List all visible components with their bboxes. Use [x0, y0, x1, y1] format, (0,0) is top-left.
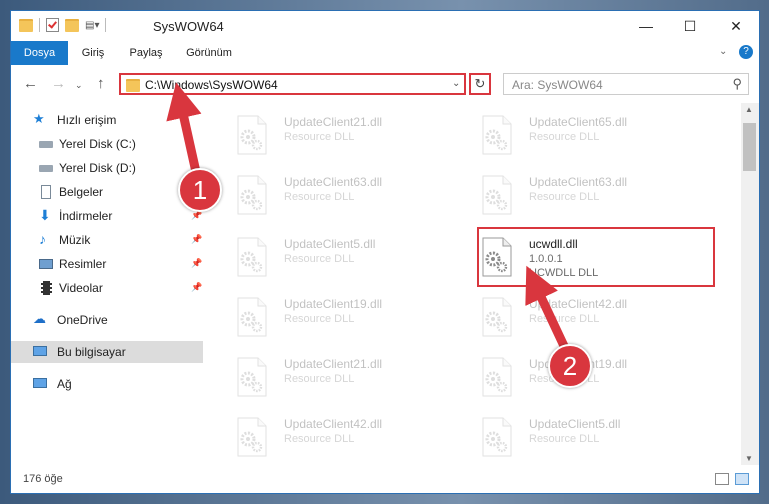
- arrow-to-ucwdll: [525, 265, 569, 348]
- arrow-to-address-bar: [166, 82, 202, 173]
- annotation-arrows: [166, 82, 569, 348]
- step-2-badge: 2: [548, 344, 592, 388]
- step-1-badge: 1: [178, 168, 222, 212]
